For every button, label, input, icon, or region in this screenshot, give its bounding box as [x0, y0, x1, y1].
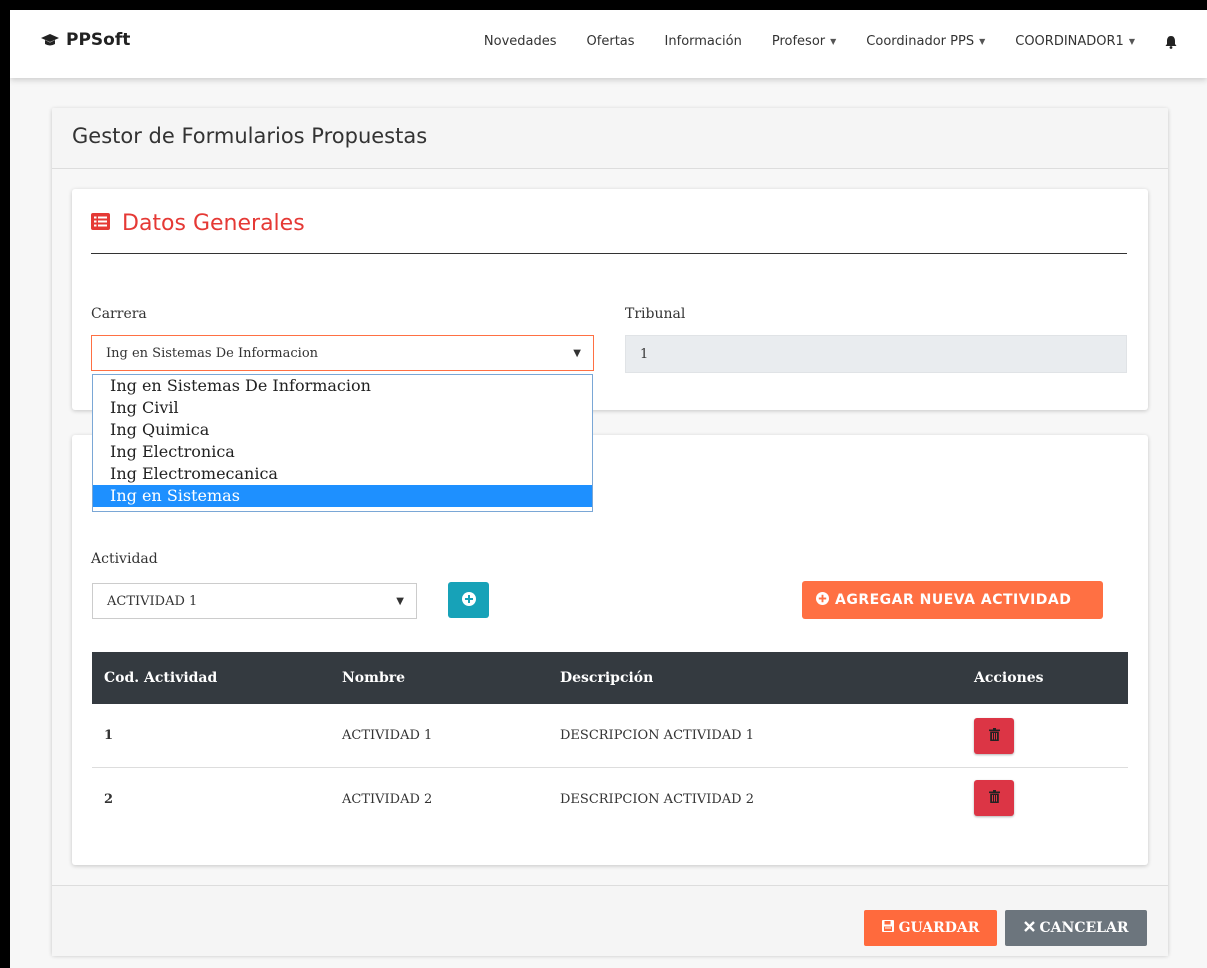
column-header: Nombre — [342, 670, 406, 686]
form-card: Gestor de Formularios Propuestas Datos G… — [52, 108, 1168, 956]
nav-coordinador-pps-dropdown[interactable]: Coordinador PPS ▼ — [866, 34, 985, 49]
tribunal-label: Tribunal — [625, 306, 686, 322]
tribunal-value: 1 — [640, 346, 649, 362]
caret-down-icon: ▼ — [573, 348, 581, 359]
caret-down-icon: ▼ — [1128, 37, 1135, 46]
list-alt-icon — [91, 211, 110, 236]
activities-table-header: Cod. Actividad Nombre Descripción Accion… — [92, 652, 1128, 704]
top-navbar: PPSoft Novedades Ofertas Información Pro… — [10, 10, 1207, 78]
nav-label: Novedades — [483, 34, 557, 49]
caret-down-icon: ▼ — [830, 37, 837, 46]
nav-label: Profesor — [771, 34, 826, 49]
cell-cod: 2 — [104, 792, 114, 807]
nav-profesor-dropdown[interactable]: Profesor ▼ — [772, 34, 836, 49]
cell-cod: 1 — [104, 728, 114, 743]
carrera-option[interactable]: Ing Electromecanica — [93, 463, 592, 485]
carrera-option-highlighted[interactable]: Ing en Sistemas — [93, 485, 592, 507]
actividad-select-value: ACTIVIDAD 1 — [107, 593, 198, 609]
brand-label: PPSoft — [66, 30, 131, 50]
divider — [91, 253, 1127, 254]
floppy-disk-icon — [881, 920, 894, 936]
cancel-button[interactable]: CANCELAR — [1005, 910, 1147, 946]
table-row: 2 ACTIVIDAD 2 DESCRIPCION ACTIVIDAD 2 — [92, 768, 1128, 831]
actividad-label: Actividad — [91, 551, 158, 567]
cell-descripcion: DESCRIPCION ACTIVIDAD 1 — [560, 728, 754, 743]
column-header: Acciones — [974, 670, 1044, 686]
card-body: Datos Generales Carrera Ing en Sistemas … — [52, 169, 1168, 885]
nav-label: Ofertas — [586, 34, 635, 49]
card-header: Gestor de Formularios Propuestas — [52, 108, 1168, 169]
app-frame: PPSoft Novedades Ofertas Información Pro… — [10, 10, 1207, 968]
nav-label: Coordinador PPS — [866, 34, 975, 49]
tribunal-field[interactable]: 1 — [625, 335, 1127, 373]
carrera-option[interactable]: Ing Electronica — [93, 441, 592, 463]
cell-nombre: ACTIVIDAD 2 — [342, 792, 433, 807]
add-new-activity-button[interactable]: AGREGAR NUEVA ACTIVIDAD — [802, 581, 1103, 619]
carrera-options-list: Ing en Sistemas De Informacion Ing Civil… — [92, 374, 593, 512]
carrera-select-value: Ing en Sistemas De Informacion — [106, 345, 319, 361]
column-header: Descripción — [560, 670, 654, 686]
cell-descripcion: DESCRIPCION ACTIVIDAD 2 — [560, 792, 754, 807]
caret-down-icon: ▼ — [979, 37, 986, 46]
column-header: Cod. Actividad — [104, 670, 218, 686]
graduation-cap-icon — [40, 33, 60, 47]
save-label: GUARDAR — [898, 920, 980, 936]
delete-button[interactable] — [974, 718, 1014, 754]
nav-informacion[interactable]: Información — [665, 34, 742, 49]
trash-icon — [988, 727, 1000, 745]
close-icon — [1023, 920, 1035, 936]
carrera-option[interactable]: Ing Quimica — [93, 419, 592, 441]
section-title-label: Datos Generales — [122, 211, 305, 236]
nav-label: Información — [664, 34, 742, 49]
plus-circle-icon — [816, 591, 829, 609]
carrera-select[interactable]: Ing en Sistemas De Informacion ▼ — [91, 335, 594, 371]
table-row: 1 ACTIVIDAD 1 DESCRIPCION ACTIVIDAD 1 — [92, 704, 1128, 768]
page-title: Gestor de Formularios Propuestas — [72, 124, 428, 148]
nav-ofertas[interactable]: Ofertas — [587, 34, 635, 49]
nav-menu: Novedades Ofertas Información Profesor ▼ … — [454, 34, 1177, 49]
carrera-option[interactable]: Ing Civil — [93, 397, 592, 419]
card-footer: GUARDAR CANCELAR — [52, 885, 1168, 956]
plus-circle-icon — [461, 591, 476, 610]
trash-icon — [988, 789, 1000, 807]
cancel-label: CANCELAR — [1039, 920, 1129, 936]
save-button[interactable]: GUARDAR — [864, 910, 997, 946]
nav-novedades[interactable]: Novedades — [484, 34, 557, 49]
bell-icon[interactable] — [1165, 35, 1177, 49]
nav-label: COORDINADOR1 — [1015, 34, 1124, 49]
actividad-select[interactable]: ACTIVIDAD 1 ▼ — [92, 583, 417, 619]
add-activity-to-table-button[interactable] — [448, 582, 489, 618]
nav-user-dropdown[interactable]: COORDINADOR1 ▼ — [1015, 34, 1135, 49]
carrera-label: Carrera — [91, 306, 147, 322]
section-title: Datos Generales — [91, 211, 305, 236]
delete-button[interactable] — [974, 780, 1014, 816]
carrera-option[interactable]: Ing en Sistemas De Informacion — [93, 375, 592, 397]
caret-down-icon: ▼ — [396, 596, 404, 607]
cell-nombre: ACTIVIDAD 1 — [342, 728, 433, 743]
add-new-activity-label: AGREGAR NUEVA ACTIVIDAD — [835, 592, 1072, 608]
brand[interactable]: PPSoft — [40, 30, 130, 50]
